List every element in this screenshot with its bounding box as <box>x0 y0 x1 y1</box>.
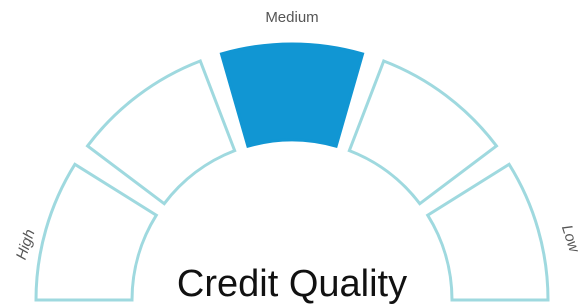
gauge-label-right: Low <box>558 223 580 256</box>
gauge-segments <box>34 42 550 302</box>
credit-quality-gauge: Medium High Low Credit Quality <box>13 9 580 304</box>
gauge-label-top: Medium <box>265 9 318 26</box>
gauge-label-left: High <box>13 227 39 262</box>
gauge-segment-4 <box>347 59 499 206</box>
gauge-segment-2 <box>85 59 237 206</box>
gauge-segment-3 <box>219 42 365 149</box>
chart-title: Credit Quality <box>177 263 407 304</box>
